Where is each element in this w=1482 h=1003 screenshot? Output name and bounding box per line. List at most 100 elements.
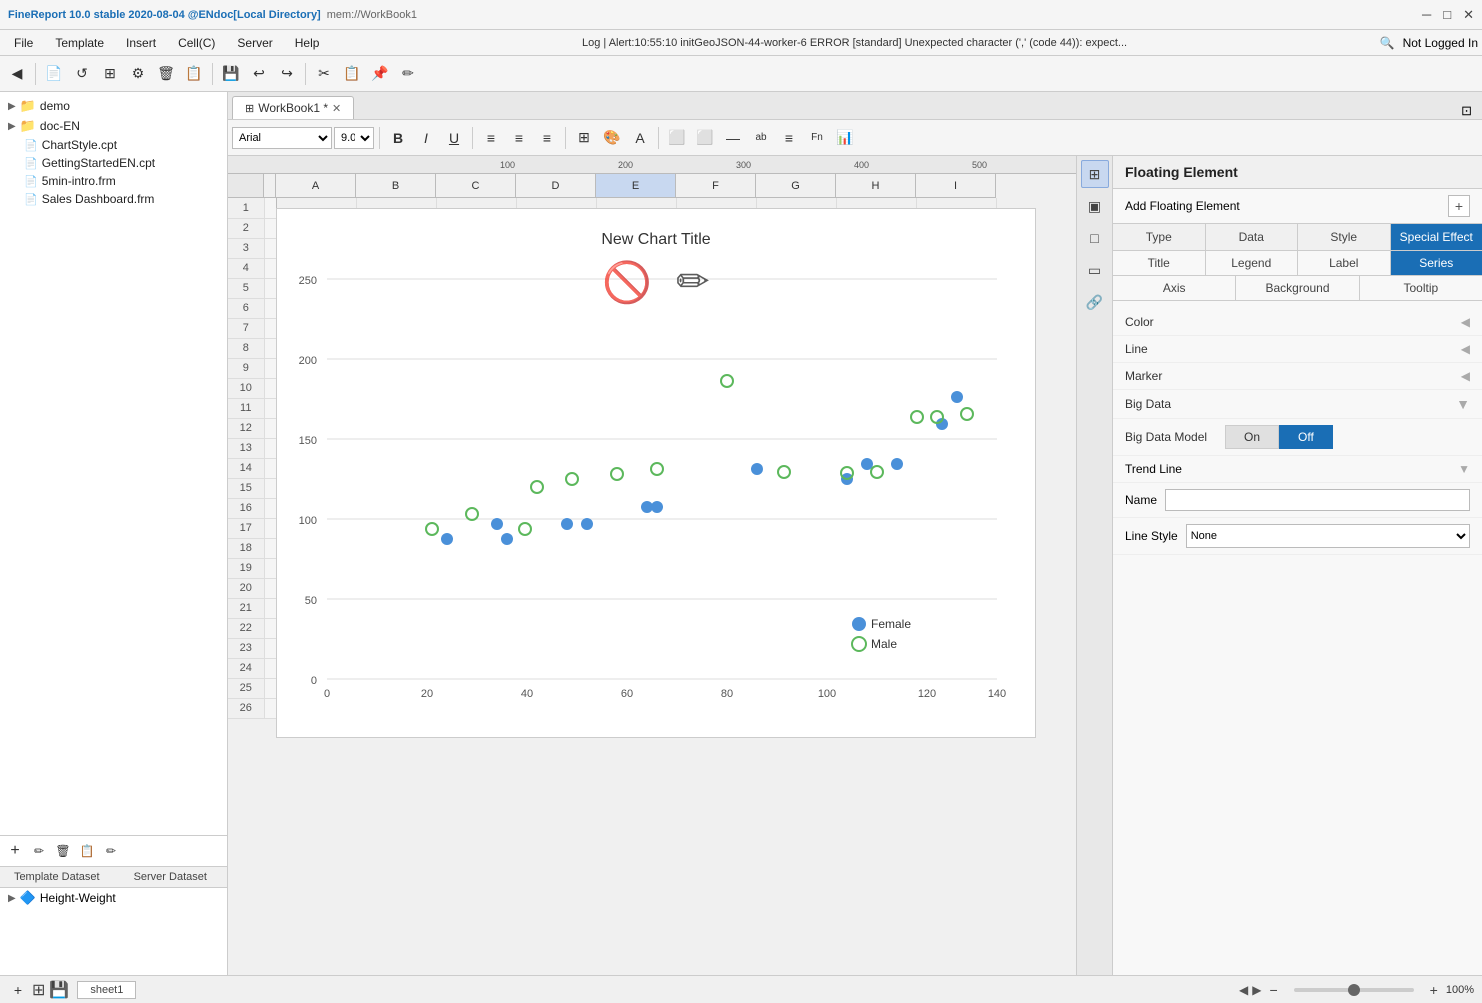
- save-btn[interactable]: 💾: [218, 61, 244, 87]
- tab-template-dataset[interactable]: Template Dataset: [0, 867, 114, 888]
- tab-data[interactable]: Data: [1206, 224, 1299, 250]
- bold-btn[interactable]: B: [385, 125, 411, 151]
- refresh-btn[interactable]: ↺: [69, 61, 95, 87]
- zoom-minus-btn[interactable]: −: [1269, 982, 1277, 998]
- close-button[interactable]: ✕: [1463, 7, 1474, 23]
- chart-element[interactable]: 🚫 ✏ New Chart Title 250 200 150: [276, 208, 1036, 738]
- tab-server-dataset[interactable]: Server Dataset: [114, 867, 228, 888]
- border-btn[interactable]: ⊞: [571, 125, 597, 151]
- tab-special-effect[interactable]: Special Effect: [1391, 224, 1482, 250]
- tab-type[interactable]: Type: [1113, 224, 1206, 250]
- add-element-button[interactable]: +: [1448, 195, 1470, 217]
- tab-options-btn[interactable]: ⊡: [1455, 103, 1478, 119]
- tree-item-chartstyle[interactable]: 📄 ChartStyle.cpt: [4, 136, 223, 154]
- chart-edit-icon[interactable]: ✏: [676, 259, 710, 306]
- menu-cell[interactable]: Cell(C): [168, 34, 225, 52]
- chart-btn[interactable]: 📊: [832, 125, 858, 151]
- subtab-title[interactable]: Title: [1113, 251, 1206, 275]
- rename-dataset-btn[interactable]: ✏: [100, 840, 122, 862]
- tab-style[interactable]: Style: [1298, 224, 1391, 250]
- line-style-select[interactable]: None Solid Dashed Dotted: [1186, 524, 1470, 548]
- icon-grid-btn[interactable]: ⊞: [1081, 160, 1109, 188]
- subtab-legend[interactable]: Legend: [1206, 251, 1299, 275]
- menu-help[interactable]: Help: [285, 34, 330, 52]
- line-row[interactable]: Line ◀: [1113, 336, 1482, 363]
- subtab-tooltip[interactable]: Tooltip: [1360, 276, 1482, 300]
- format-btn[interactable]: ✏: [395, 61, 421, 87]
- big-data-expand-icon[interactable]: ▼: [1456, 396, 1470, 412]
- col-header-b[interactable]: B: [356, 174, 436, 198]
- new-btn[interactable]: 📄: [41, 61, 67, 87]
- line-btn[interactable]: —: [720, 125, 746, 151]
- login-status[interactable]: Not Logged In: [1403, 36, 1478, 50]
- tree-item-demo[interactable]: ▶ 📁 demo: [4, 96, 223, 116]
- color-row[interactable]: Color ◀: [1113, 309, 1482, 336]
- maximize-button[interactable]: □: [1443, 7, 1451, 23]
- name-input[interactable]: [1165, 489, 1470, 511]
- col-header-d[interactable]: D: [516, 174, 596, 198]
- subtab-background[interactable]: Background: [1236, 276, 1359, 300]
- add-dataset-btn[interactable]: +: [4, 840, 26, 862]
- menu-file[interactable]: File: [4, 34, 43, 52]
- collapse-panel-btn[interactable]: ◀: [4, 61, 30, 87]
- copy-btn[interactable]: 📋: [181, 61, 207, 87]
- align-right-btn[interactable]: ≡: [534, 125, 560, 151]
- col-header-h[interactable]: H: [836, 174, 916, 198]
- grid-btn[interactable]: ⊞: [97, 61, 123, 87]
- font-color-btn[interactable]: A: [627, 125, 653, 151]
- cut-btn[interactable]: ✂: [311, 61, 337, 87]
- col-header-c[interactable]: C: [436, 174, 516, 198]
- nav-left-btn[interactable]: ◀: [1239, 983, 1248, 997]
- align-center-btn[interactable]: ≡: [506, 125, 532, 151]
- tree-item-gettingstarted[interactable]: 📄 GettingStartedEN.cpt: [4, 154, 223, 172]
- minimize-button[interactable]: ─: [1422, 7, 1431, 23]
- sheet-save-btn[interactable]: 💾: [49, 980, 69, 1000]
- nav-right-btn[interactable]: ▶: [1252, 983, 1261, 997]
- dataset-item-height-weight[interactable]: ▶ 🔷 Height-Weight: [0, 888, 227, 908]
- sheet-icon-btn[interactable]: ⊞: [32, 980, 45, 1000]
- col-header-a[interactable]: A: [276, 174, 356, 198]
- toggle-off-btn[interactable]: Off: [1279, 425, 1333, 449]
- tab-workbook1[interactable]: ⊞ WorkBook1 * ✕: [232, 96, 354, 119]
- menu-server[interactable]: Server: [227, 34, 282, 52]
- toggle-on-btn[interactable]: On: [1225, 425, 1279, 449]
- undo-btn[interactable]: ↩: [246, 61, 272, 87]
- font-size-select[interactable]: 9.0: [334, 127, 374, 149]
- col-header-g[interactable]: G: [756, 174, 836, 198]
- zoom-plus-btn[interactable]: +: [1430, 982, 1438, 998]
- icon-link-btn[interactable]: 🔗: [1081, 288, 1109, 316]
- align-left-btn[interactable]: ≡: [478, 125, 504, 151]
- menu-template[interactable]: Template: [45, 34, 114, 52]
- subtab-label[interactable]: Label: [1298, 251, 1391, 275]
- delete-dataset-btn[interactable]: 🗑: [52, 840, 74, 862]
- para-btn[interactable]: ≡: [776, 125, 802, 151]
- fn-btn[interactable]: Fn: [804, 125, 830, 151]
- chart-eye-slash-icon[interactable]: 🚫: [602, 259, 652, 306]
- add-sheet-btn[interactable]: +: [8, 980, 28, 1000]
- merge2-btn[interactable]: ⬜: [692, 125, 718, 151]
- icon-frame-btn[interactable]: ▭: [1081, 256, 1109, 284]
- settings-btn[interactable]: ⚙: [125, 61, 151, 87]
- icon-panel-btn[interactable]: ▣: [1081, 192, 1109, 220]
- tree-item-doc-en[interactable]: ▶ 📁 doc-EN: [4, 116, 223, 136]
- redo-btn[interactable]: ↪: [274, 61, 300, 87]
- edit-dataset-btn[interactable]: ✏: [28, 840, 50, 862]
- font-family-select[interactable]: Arial: [232, 127, 332, 149]
- tree-item-5min[interactable]: 📄 5min-intro.frm: [4, 172, 223, 190]
- underline-btn[interactable]: U: [441, 125, 467, 151]
- subtab-axis[interactable]: Axis: [1113, 276, 1236, 300]
- subtab-series[interactable]: Series: [1391, 251, 1482, 275]
- big-data-row[interactable]: Big Data ▼: [1113, 390, 1482, 419]
- paste2-btn[interactable]: 📌: [367, 61, 393, 87]
- fill-color-btn[interactable]: 🎨: [599, 125, 625, 151]
- ab-btn[interactable]: ab: [748, 125, 774, 151]
- menu-insert[interactable]: Insert: [116, 34, 166, 52]
- tab-close-btn[interactable]: ✕: [332, 102, 341, 115]
- italic-btn[interactable]: I: [413, 125, 439, 151]
- merge-btn[interactable]: ⬜: [664, 125, 690, 151]
- col-header-f[interactable]: F: [676, 174, 756, 198]
- paste-btn[interactable]: 📋: [339, 61, 365, 87]
- icon-table-btn[interactable]: □: [1081, 224, 1109, 252]
- col-header-e[interactable]: E: [596, 174, 676, 198]
- zoom-slider[interactable]: [1294, 988, 1414, 992]
